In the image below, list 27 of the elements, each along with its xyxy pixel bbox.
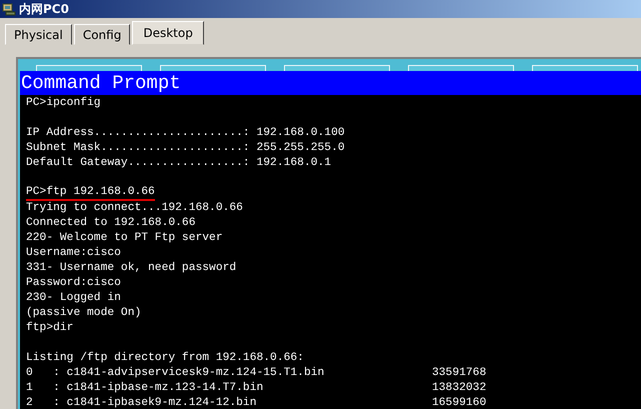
window-title: Command Prompt <box>20 72 181 94</box>
terminal-line: Default Gateway.................: 192.168.0.1 <box>26 156 332 171</box>
tab[interactable]: Config <box>74 24 130 45</box>
terminal-line: 230- Logged in <box>26 291 121 306</box>
terminal-line: Username:cisco <box>26 246 121 261</box>
file-size: 33591768 <box>432 366 486 381</box>
window-title: 内网PC0 <box>19 0 69 18</box>
terminal-line: ftp>dir <box>26 321 74 336</box>
terminal-line: (passive mode On) <box>26 306 142 321</box>
terminal-line: 331- Username ok, need password <box>26 261 236 276</box>
terminal-line: 220- Welcome to PT Ftp server <box>26 231 223 246</box>
terminal-line: Password:cisco <box>26 276 121 291</box>
tab[interactable]: Physical <box>5 24 72 45</box>
terminal-line: Subnet Mask.....................: 255.255.255.0 <box>26 141 345 156</box>
file-size: 13832032 <box>432 381 486 396</box>
terminal-line: Connected to 192.168.0.66 <box>26 216 196 231</box>
computer-icon <box>2 2 16 16</box>
terminal-line: 1 : c1841-ipbase-mz.123-14.T7.bin <box>26 381 264 396</box>
tab[interactable]: Desktop <box>132 21 204 45</box>
terminal-line: 2 : c1841-ipbasek9-mz.124-12.bin <box>26 396 258 409</box>
terminal-line: PC>ipconfig <box>26 96 101 111</box>
terminal-line: 0 : c1841-advipservicesk9-mz.124-15.T1.bin <box>26 366 326 381</box>
terminal-line: IP Address......................: 192.168.0.100 <box>26 126 345 141</box>
terminal-line: PC>ftp 192.168.0.66 <box>26 186 155 201</box>
terminal-line: Listing /ftp directory from 192.168.0.66: <box>26 351 304 366</box>
terminal-line: Trying to connect...192.168.0.66 <box>26 201 243 216</box>
file-size: 16599160 <box>432 396 486 409</box>
